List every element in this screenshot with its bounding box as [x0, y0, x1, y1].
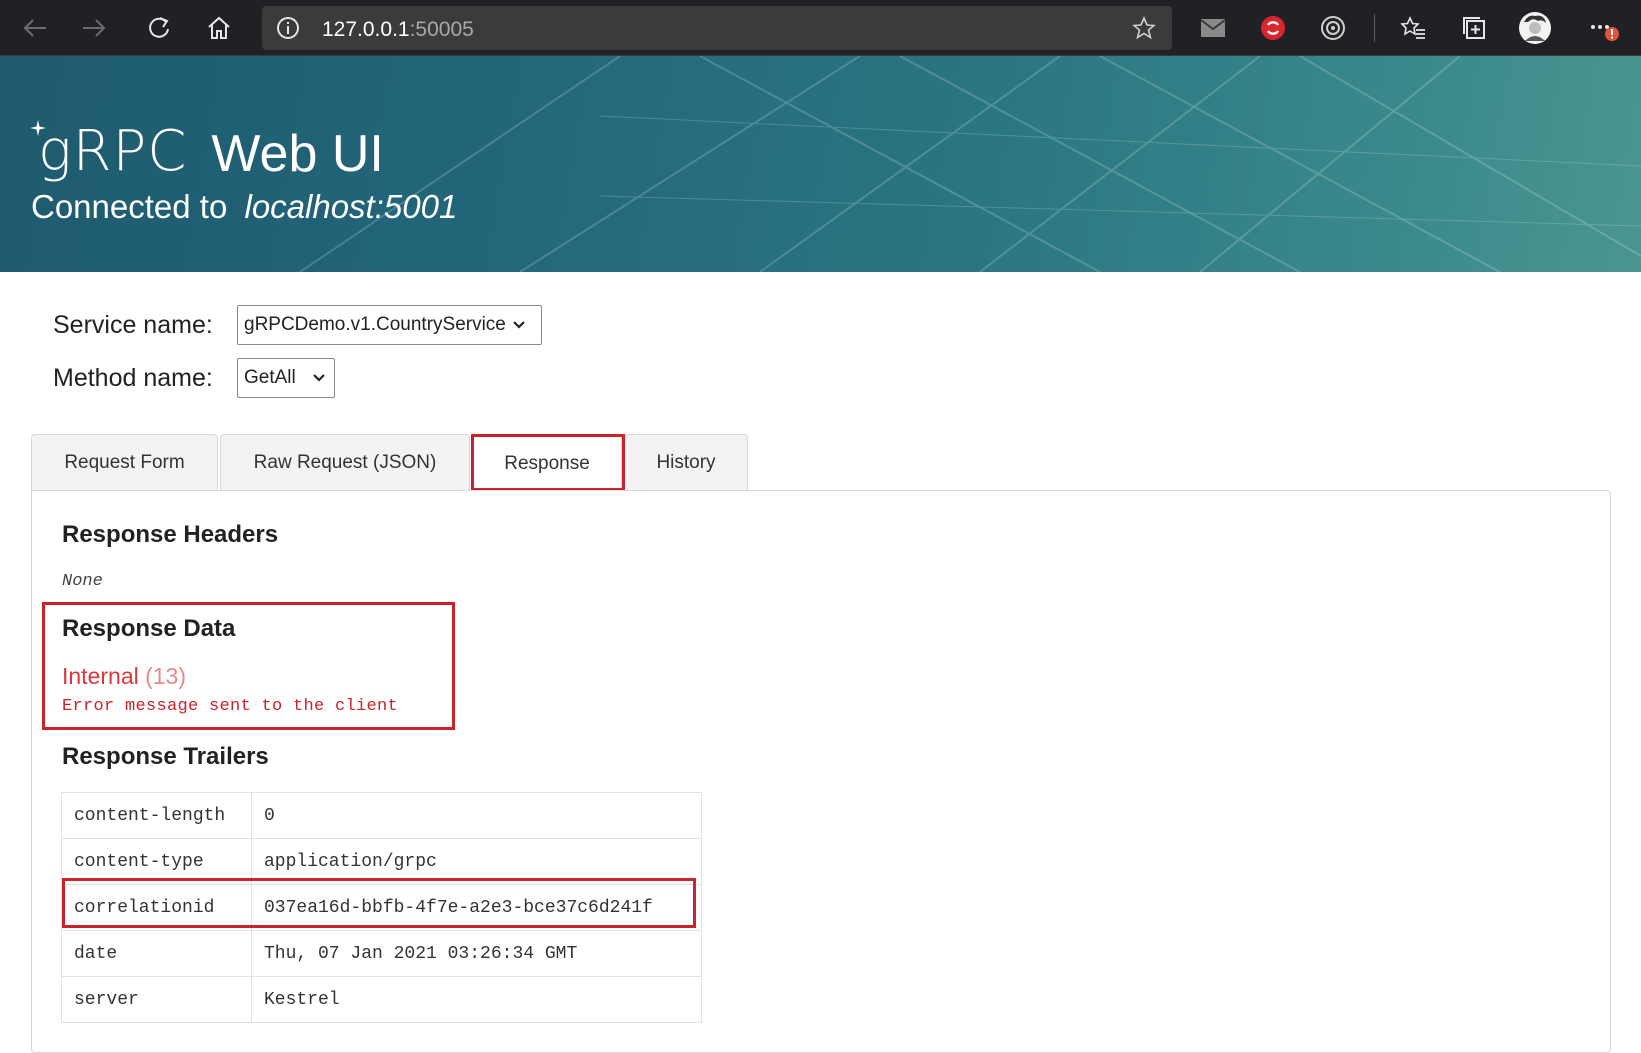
tab-request-form[interactable]: Request Form: [31, 434, 218, 491]
trailers-table: content-length 0 content-type applicatio…: [61, 792, 702, 1023]
tab-raw-request[interactable]: Raw Request (JSON): [220, 434, 470, 491]
tab-history[interactable]: History: [624, 434, 748, 491]
forward-icon[interactable]: [75, 9, 113, 47]
trailer-value: Thu, 07 Jan 2021 03:26:34 GMT: [251, 930, 702, 977]
method-select[interactable]: GetAll: [237, 358, 335, 398]
service-select[interactable]: gRPCDemo.v1.CountryService: [237, 305, 542, 345]
response-data-title: Response Data: [62, 615, 236, 642]
trailer-key: content-length: [61, 792, 252, 839]
toolbar-divider: [1374, 14, 1375, 42]
table-row: date Thu, 07 Jan 2021 03:26:34 GMT: [61, 930, 702, 977]
method-select-value: GetAll: [244, 367, 296, 388]
response-headers-title: Response Headers: [62, 521, 279, 548]
site-info-icon[interactable]: [276, 16, 300, 45]
status-code: (13): [145, 663, 187, 689]
favorites-icon[interactable]: [1394, 9, 1432, 47]
browser-toolbar: 127.0.0.1:50005: [0, 0, 1641, 56]
profile-avatar[interactable]: [1516, 9, 1554, 47]
status-name: Internal: [62, 663, 139, 689]
grpc-logo-text: gRPC: [38, 119, 188, 184]
url-port: :50005: [409, 18, 474, 41]
header-banner: gRPC Web UI Connected to localhost:5001: [0, 56, 1641, 272]
mail-icon[interactable]: [1194, 9, 1232, 47]
collections-icon[interactable]: [1455, 9, 1493, 47]
response-panel: Response Headers None Response Data Inte…: [31, 490, 1611, 1053]
trailer-value: Kestrel: [251, 976, 702, 1023]
app-title: Web UI: [211, 125, 384, 183]
favorite-star-icon[interactable]: [1131, 15, 1157, 45]
back-icon[interactable]: [16, 9, 54, 47]
address-bar[interactable]: 127.0.0.1:50005: [262, 6, 1172, 50]
response-trailers-title: Response Trailers: [62, 743, 269, 770]
tab-response[interactable]: Response: [472, 434, 622, 492]
app-logo: gRPC Web UI: [30, 100, 384, 180]
url-text: 127.0.0.1:50005: [322, 18, 474, 42]
status-badge: Internal (13): [62, 663, 186, 690]
connected-host: localhost:5001: [244, 188, 458, 225]
method-row: Method name: GetAll: [53, 358, 335, 398]
home-icon[interactable]: [200, 9, 238, 47]
trailer-value: 037ea16d-bbfb-4f7e-a2e3-bce37c6d241f: [251, 884, 702, 931]
more-menu-icon[interactable]: [1586, 9, 1624, 47]
table-row: correlationid 037ea16d-bbfb-4f7e-a2e3-bc…: [61, 884, 702, 931]
trailer-value: application/grpc: [251, 838, 702, 885]
extension-target-icon[interactable]: [1314, 9, 1352, 47]
trailer-key: content-type: [61, 838, 252, 885]
table-row: content-length 0: [61, 792, 702, 839]
table-row: server Kestrel: [61, 976, 702, 1023]
trailer-key: correlationid: [61, 884, 252, 931]
table-row: content-type application/grpc: [61, 838, 702, 885]
trailer-value: 0: [251, 792, 702, 839]
chevron-down-icon: [312, 374, 325, 382]
error-message: Error message sent to the client: [62, 697, 399, 716]
service-label: Service name:: [53, 310, 213, 339]
trailer-key: date: [61, 930, 252, 977]
grpc-spark-icon: [30, 120, 46, 136]
service-select-value: gRPCDemo.v1.CountryService: [244, 314, 506, 335]
response-headers-value: None: [62, 572, 103, 591]
refresh-icon[interactable]: [140, 9, 178, 47]
service-row: Service name: gRPCDemo.v1.CountryService: [53, 305, 542, 345]
connection-status: Connected to localhost:5001: [31, 188, 457, 226]
chevron-down-icon: [513, 321, 525, 329]
extension-red-icon[interactable]: [1254, 9, 1292, 47]
connected-label: Connected to: [31, 188, 228, 225]
url-host: 127.0.0.1: [322, 18, 410, 41]
trailer-key: server: [61, 976, 252, 1023]
method-label: Method name:: [53, 363, 213, 392]
